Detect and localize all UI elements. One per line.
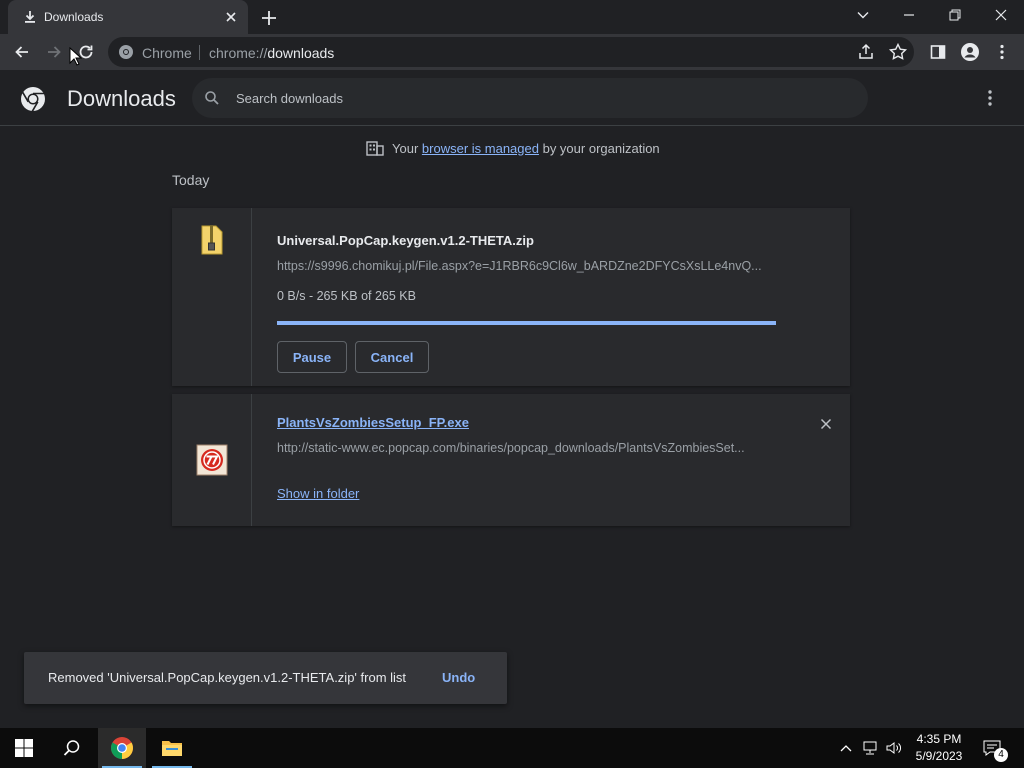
chrome-icon <box>119 45 133 59</box>
address-bar[interactable]: Chrome chrome://downloads <box>108 37 914 67</box>
url-scheme: chrome:// <box>209 45 268 61</box>
taskbar-file-explorer[interactable] <box>148 728 196 768</box>
cancel-button[interactable]: Cancel <box>355 341 429 373</box>
speaker-icon <box>886 742 901 754</box>
toast-message: Removed 'Universal.PopCap.keygen.v1.2-TH… <box>48 670 407 685</box>
show-in-folder-link[interactable]: Show in folder <box>277 486 359 501</box>
more-actions-icon[interactable] <box>978 86 1002 110</box>
download-icon <box>25 11 35 23</box>
site-chip: Chrome <box>142 45 192 61</box>
building-icon <box>366 141 384 156</box>
close-tab-icon[interactable] <box>222 8 240 26</box>
network-icon <box>863 741 877 755</box>
mouse-cursor-icon <box>69 47 83 66</box>
file-url: https://s9996.chomikuj.pl/File.aspx?e=J1… <box>277 259 762 273</box>
new-tab-icon[interactable] <box>258 7 280 29</box>
url-host: downloads <box>267 45 335 61</box>
managed-notice: Your browser is managed by your organiza… <box>366 140 660 156</box>
close-window-button[interactable] <box>978 0 1024 30</box>
clock-date: 5/9/2023 <box>915 749 963 763</box>
downloads-page: Downloads Your browser is managed by you… <box>0 70 1024 728</box>
share-icon[interactable] <box>856 42 876 62</box>
managed-prefix: Your <box>392 140 419 156</box>
tab-downloads[interactable]: Downloads <box>8 0 248 34</box>
file-icon-column <box>172 208 252 386</box>
pause-button[interactable]: Pause <box>277 341 347 373</box>
search-taskbar-button[interactable] <box>48 728 96 768</box>
avatar-icon <box>961 43 979 61</box>
bookmark-star-icon[interactable] <box>888 42 908 62</box>
tab-title: Downloads <box>44 10 104 24</box>
search-icon <box>205 91 219 105</box>
date-heading: Today <box>172 172 210 188</box>
undo-button[interactable]: Undo <box>442 670 475 685</box>
managed-suffix: by your organization <box>542 140 660 156</box>
omnibox-divider <box>199 45 200 60</box>
forward-button[interactable] <box>40 38 68 66</box>
windows-logo-icon <box>15 739 33 757</box>
file-url: http://static-www.ec.popcap.com/binaries… <box>277 441 745 455</box>
profile-button[interactable] <box>956 38 984 66</box>
tab-strip: Downloads <box>0 0 1024 34</box>
url-text[interactable]: chrome://downloads <box>209 45 334 61</box>
clock-time: 4:35 PM <box>916 732 962 746</box>
forward-arrow-icon <box>48 46 61 58</box>
back-arrow-icon <box>15 46 28 58</box>
chevron-up-icon <box>840 745 852 752</box>
taskbar-chrome[interactable] <box>98 728 146 768</box>
search-icon <box>63 740 80 756</box>
show-hidden-icons-button[interactable] <box>836 738 856 758</box>
side-panel-button[interactable] <box>924 38 952 66</box>
notification-count-badge: 4 <box>994 748 1008 762</box>
page-title: Downloads <box>67 86 176 111</box>
chrome-menu-button[interactable] <box>988 38 1016 66</box>
browser-toolbar: Chrome chrome://downloads <box>0 34 1024 70</box>
tab-search-button[interactable] <box>840 0 886 30</box>
minimize-icon <box>904 14 914 16</box>
progress-bar <box>277 321 776 325</box>
chrome-logo-icon <box>21 87 45 112</box>
restore-icon <box>949 9 961 21</box>
file-name-link[interactable]: PlantsVsZombiesSetup_FP.exe <box>277 415 469 430</box>
volume-button[interactable] <box>884 738 904 758</box>
side-panel-icon <box>930 45 946 59</box>
undo-toast: Removed 'Universal.PopCap.keygen.v1.2-TH… <box>24 652 507 704</box>
managed-link[interactable]: browser is managed <box>422 141 539 156</box>
chrome-icon <box>111 737 133 759</box>
minimize-button[interactable] <box>886 0 932 30</box>
progress-fill <box>277 321 776 325</box>
page-header: Downloads <box>0 70 1024 126</box>
download-item: Universal.PopCap.keygen.v1.2-THETA.zip h… <box>172 208 850 386</box>
more-vert-icon <box>1000 44 1004 60</box>
download-status: 0 B/s - 265 KB of 265 KB <box>277 289 416 303</box>
zip-file-icon <box>201 225 223 255</box>
taskbar-clock[interactable]: 4:35 PM 5/9/2023 <box>908 731 970 765</box>
download-item: PlantsVsZombiesSetup_FP.exe http://stati… <box>172 394 850 526</box>
back-button[interactable] <box>8 38 36 66</box>
search-box[interactable] <box>192 78 868 118</box>
file-icon-column <box>172 394 252 526</box>
network-button[interactable] <box>860 738 880 758</box>
file-name: Universal.PopCap.keygen.v1.2-THETA.zip <box>277 233 534 248</box>
search-input[interactable] <box>236 88 836 108</box>
remove-from-list-icon[interactable] <box>817 415 835 433</box>
chevron-down-icon <box>857 12 869 19</box>
close-icon <box>995 9 1007 21</box>
restore-button[interactable] <box>932 0 978 30</box>
start-button[interactable] <box>0 728 48 768</box>
folder-icon <box>162 741 182 756</box>
exe-app-icon <box>196 444 228 476</box>
windows-taskbar: 4:35 PM 5/9/2023 4 <box>0 728 1024 768</box>
